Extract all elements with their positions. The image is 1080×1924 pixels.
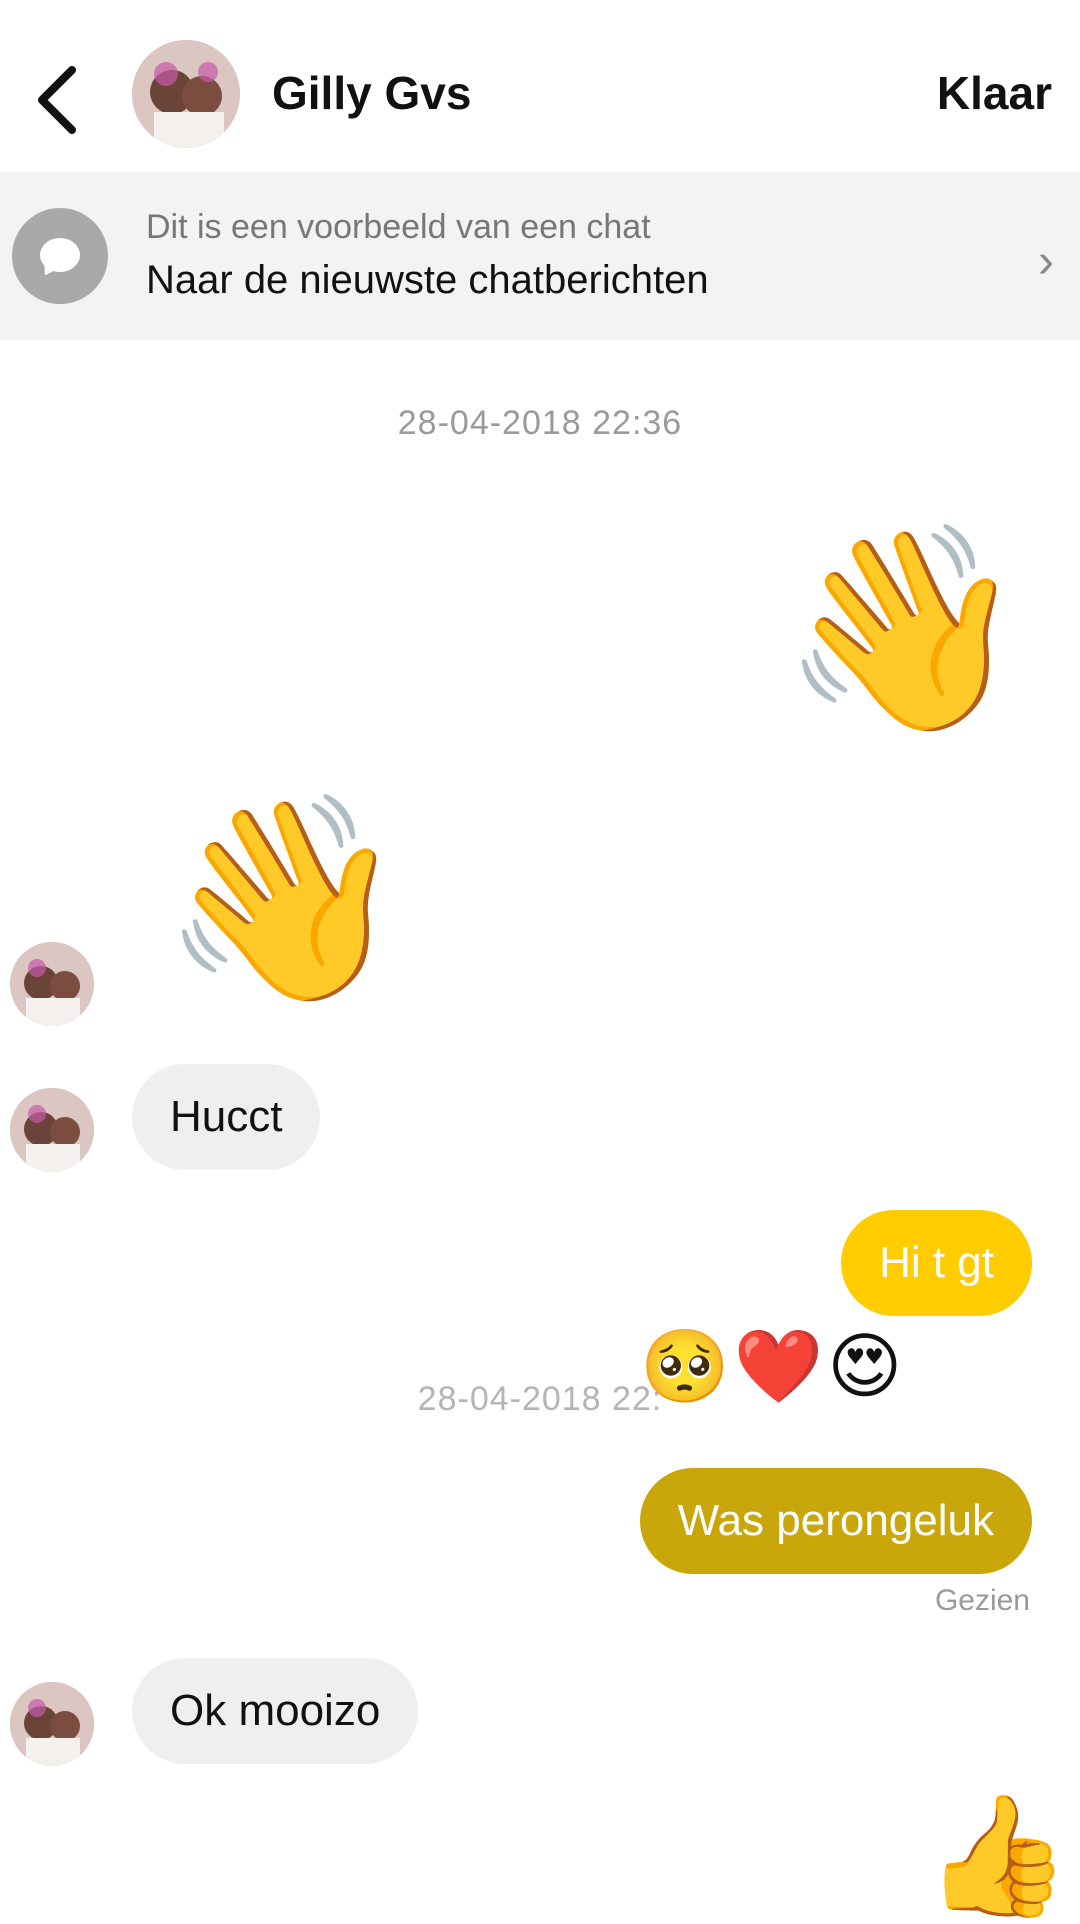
status-bar [0, 0, 1080, 16]
thumbs-up-emoji-message[interactable]: 👍 [924, 1796, 1071, 1914]
message-timestamp: 28-04-2018 22:36 [397, 404, 683, 442]
wave-emoji-message-in[interactable]: 👋 [160, 800, 409, 1000]
seen-status: Gezien [934, 1584, 1030, 1617]
avatar-photo [10, 1088, 94, 1172]
sender-avatar[interactable] [10, 1682, 94, 1766]
incoming-message-bubble[interactable]: Ok mooizo [132, 1658, 419, 1764]
avatar-photo [132, 40, 240, 148]
contact-avatar[interactable] [132, 40, 240, 148]
sender-avatar[interactable] [10, 1088, 94, 1172]
outgoing-message-bubble[interactable]: Hi t gt [841, 1210, 1032, 1316]
chat-preview-banner[interactable]: Dit is een voorbeeld van een chat Naar d… [0, 172, 1080, 340]
chevron-right-icon: › [1038, 235, 1054, 288]
emoji-reactions-message[interactable]: 🥺❤️😍 [640, 1330, 906, 1402]
sender-avatar[interactable] [10, 942, 94, 1026]
incoming-message-bubble[interactable]: Hucct [132, 1064, 321, 1170]
avatar-photo [10, 942, 94, 1026]
banner-subtitle: Dit is een voorbeeld van een chat [146, 208, 651, 246]
contact-name[interactable]: Gilly Gvs [272, 66, 471, 120]
chat-bubble-icon [12, 208, 108, 304]
wave-emoji-message-out[interactable]: 👋 [780, 530, 1029, 730]
done-button[interactable]: Klaar [937, 66, 1052, 120]
chat-header: Gilly Gvs Klaar [0, 30, 1080, 160]
outgoing-message-bubble[interactable]: Was perongeluk [639, 1468, 1032, 1574]
back-button[interactable] [28, 60, 88, 140]
banner-title: Naar de nieuwste chatberichten [146, 258, 709, 302]
avatar-photo [10, 1682, 94, 1766]
chevron-left-icon [38, 66, 76, 134]
message-timestamp: 28-04-2018 22: [417, 1380, 663, 1418]
